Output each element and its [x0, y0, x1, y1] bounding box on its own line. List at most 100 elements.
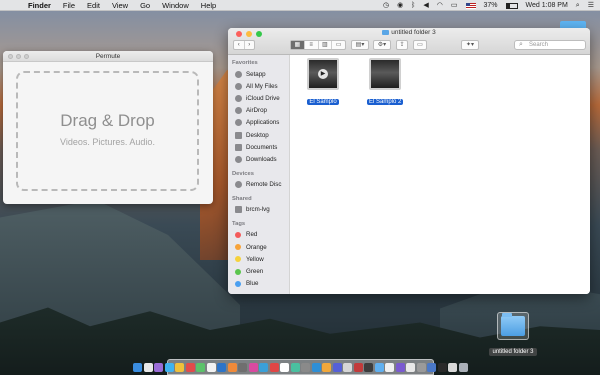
dock-app-icon[interactable] — [196, 362, 206, 372]
sidebar-item-all-my-files[interactable]: All My Files — [228, 80, 289, 92]
sidebar-tag-yellow[interactable]: Yellow — [228, 253, 289, 265]
bluetooth-icon[interactable]: ᛒ — [411, 0, 415, 11]
sidebar-item-label: Downloads — [246, 155, 277, 163]
sidebar-item-downloads[interactable]: Downloads — [228, 153, 289, 165]
dock-app-icon[interactable] — [364, 362, 374, 372]
share-button[interactable]: ⇪ — [396, 40, 408, 50]
dock-app-icon[interactable] — [280, 362, 290, 372]
dock-app-icon[interactable] — [332, 362, 342, 372]
search-field[interactable]: Search — [514, 40, 586, 50]
menu-file[interactable]: File — [63, 1, 75, 10]
dock-app-icon[interactable] — [385, 362, 395, 372]
dock-app-icon[interactable] — [290, 362, 300, 372]
menu-extras: ◷ ◉ ᛒ ◀ ◠ ▭ 37% Wed 1:08 PM ⌕ ☰ — [383, 0, 594, 11]
finder-titlebar[interactable]: untitled folder 3 ‹ › ▦ ≡ ▥ ▭ ▤▾ ⚙▾ ⇪ ▭ … — [228, 28, 590, 55]
file-name[interactable]: El Samplo 2 — [367, 99, 404, 105]
volume-icon[interactable]: ◀ — [423, 0, 428, 11]
desktop-folder-label[interactable]: untitled folder 3 — [489, 348, 537, 356]
dock-app-icon[interactable] — [185, 362, 195, 372]
arrange-button[interactable]: ▤▾ — [351, 40, 369, 50]
forward-button[interactable]: › — [245, 41, 255, 49]
dock-app-icon[interactable] — [206, 362, 216, 372]
sidebar-tag-orange[interactable]: Orange — [228, 241, 289, 253]
stop-circle-icon[interactable]: ◉ — [397, 0, 403, 11]
finder-content[interactable]: ▶ El Samplo El Samplo 2 — [290, 55, 590, 294]
column-view-button[interactable]: ▥ — [319, 41, 333, 49]
dropbox-button[interactable]: ✦▾ — [461, 40, 479, 50]
dock-app-icon[interactable] — [458, 362, 468, 372]
sidebar-item-label: All My Files — [246, 82, 278, 90]
sidebar-tag-blue[interactable]: Blue — [228, 278, 289, 290]
dock-app-icon[interactable] — [217, 362, 227, 372]
notification-center-icon[interactable]: ☰ — [588, 0, 594, 11]
menu-view[interactable]: View — [112, 1, 128, 10]
sidebar-item-remote-disc[interactable]: Remote Disc — [228, 179, 289, 191]
dock-app-icon[interactable] — [164, 362, 174, 372]
dock-app-icon[interactable] — [133, 362, 143, 372]
dock-app-icon[interactable] — [437, 362, 447, 372]
dock-app-icon[interactable] — [406, 362, 416, 372]
dock-app-icon[interactable] — [427, 362, 437, 372]
dock-app-icon[interactable] — [248, 362, 258, 372]
video-thumbnail — [369, 58, 401, 90]
play-icon: ▶ — [318, 69, 328, 79]
desktop-folder[interactable]: untitled folder 3 — [486, 312, 540, 358]
dock-app-icon[interactable] — [395, 362, 405, 372]
dock-app-icon[interactable] — [238, 362, 248, 372]
dock-app-icon[interactable] — [448, 362, 458, 372]
battery-percent[interactable]: 37% — [484, 0, 498, 11]
sidebar-item-brcm-lvg[interactable]: brcm-lvg — [228, 204, 289, 216]
sidebar-tag-red[interactable]: Red — [228, 229, 289, 241]
dock-app-icon[interactable] — [311, 362, 321, 372]
menu-edit[interactable]: Edit — [87, 1, 100, 10]
sidebar-item-desktop[interactable]: Desktop — [228, 129, 289, 141]
list-view-button[interactable]: ≡ — [305, 41, 319, 49]
file-item[interactable]: ▶ El Samplo — [305, 58, 341, 108]
sidebar-item-label: Remote Disc — [246, 181, 282, 189]
edit-tags-button[interactable]: ▭ — [413, 40, 427, 50]
zoom-button[interactable] — [24, 54, 29, 59]
back-button[interactable]: ‹ — [234, 41, 245, 49]
dock-app-icon[interactable] — [154, 362, 164, 372]
wifi-icon[interactable]: ◠ — [437, 0, 443, 11]
spotlight-icon[interactable]: ⌕ — [576, 0, 580, 11]
us-flag-input-icon[interactable] — [465, 2, 476, 9]
sidebar-tag-green[interactable]: Green — [228, 265, 289, 277]
sidebar-item-icloud-drive[interactable]: iCloud Drive — [228, 92, 289, 104]
airplay-icon[interactable]: ▭ — [451, 0, 458, 11]
dock-app-icon[interactable] — [416, 362, 426, 372]
clock-circle-icon[interactable]: ◷ — [383, 0, 389, 11]
permute-titlebar[interactable]: Permute — [3, 51, 213, 62]
file-item[interactable]: El Samplo 2 — [367, 58, 404, 108]
orange-tag-icon — [235, 244, 241, 251]
dock-app-icon[interactable] — [259, 362, 269, 372]
icon-view-button[interactable]: ▦ — [291, 41, 305, 49]
dock-app-icon[interactable] — [343, 362, 353, 372]
dock-app-icon[interactable] — [353, 362, 363, 372]
file-name[interactable]: El Samplo — [307, 99, 339, 105]
menu-go[interactable]: Go — [140, 1, 150, 10]
battery-icon[interactable] — [505, 2, 518, 9]
dock-app-icon[interactable] — [374, 362, 384, 372]
menu-help[interactable]: Help — [201, 1, 216, 10]
dock-app-icon[interactable] — [301, 362, 311, 372]
dock-app-icon[interactable] — [227, 362, 237, 372]
menu-app-name[interactable]: Finder — [28, 1, 51, 10]
sidebar-item-label: brcm-lvg — [246, 206, 270, 214]
sidebar-item-setapp[interactable]: Setapp — [228, 68, 289, 80]
sidebar-item-label: AirDrop — [246, 107, 267, 115]
dock-app-icon[interactable] — [175, 362, 185, 372]
sidebar-item-applications[interactable]: Applications — [228, 117, 289, 129]
menu-clock[interactable]: Wed 1:08 PM — [526, 0, 568, 11]
action-gear-button[interactable]: ⚙▾ — [373, 40, 391, 50]
menu-window[interactable]: Window — [162, 1, 189, 10]
sidebar-item-airdrop[interactable]: AirDrop — [228, 105, 289, 117]
sidebar-item-documents[interactable]: Documents — [228, 141, 289, 153]
dock-app-icon[interactable] — [322, 362, 332, 372]
close-button[interactable] — [8, 54, 13, 59]
drop-zone[interactable]: Drag & Drop Videos. Pictures. Audio. — [16, 71, 199, 191]
cover-flow-button[interactable]: ▭ — [332, 41, 345, 49]
dock-app-icon[interactable] — [143, 362, 153, 372]
dock-app-icon[interactable] — [269, 362, 279, 372]
minimize-button[interactable] — [16, 54, 21, 59]
